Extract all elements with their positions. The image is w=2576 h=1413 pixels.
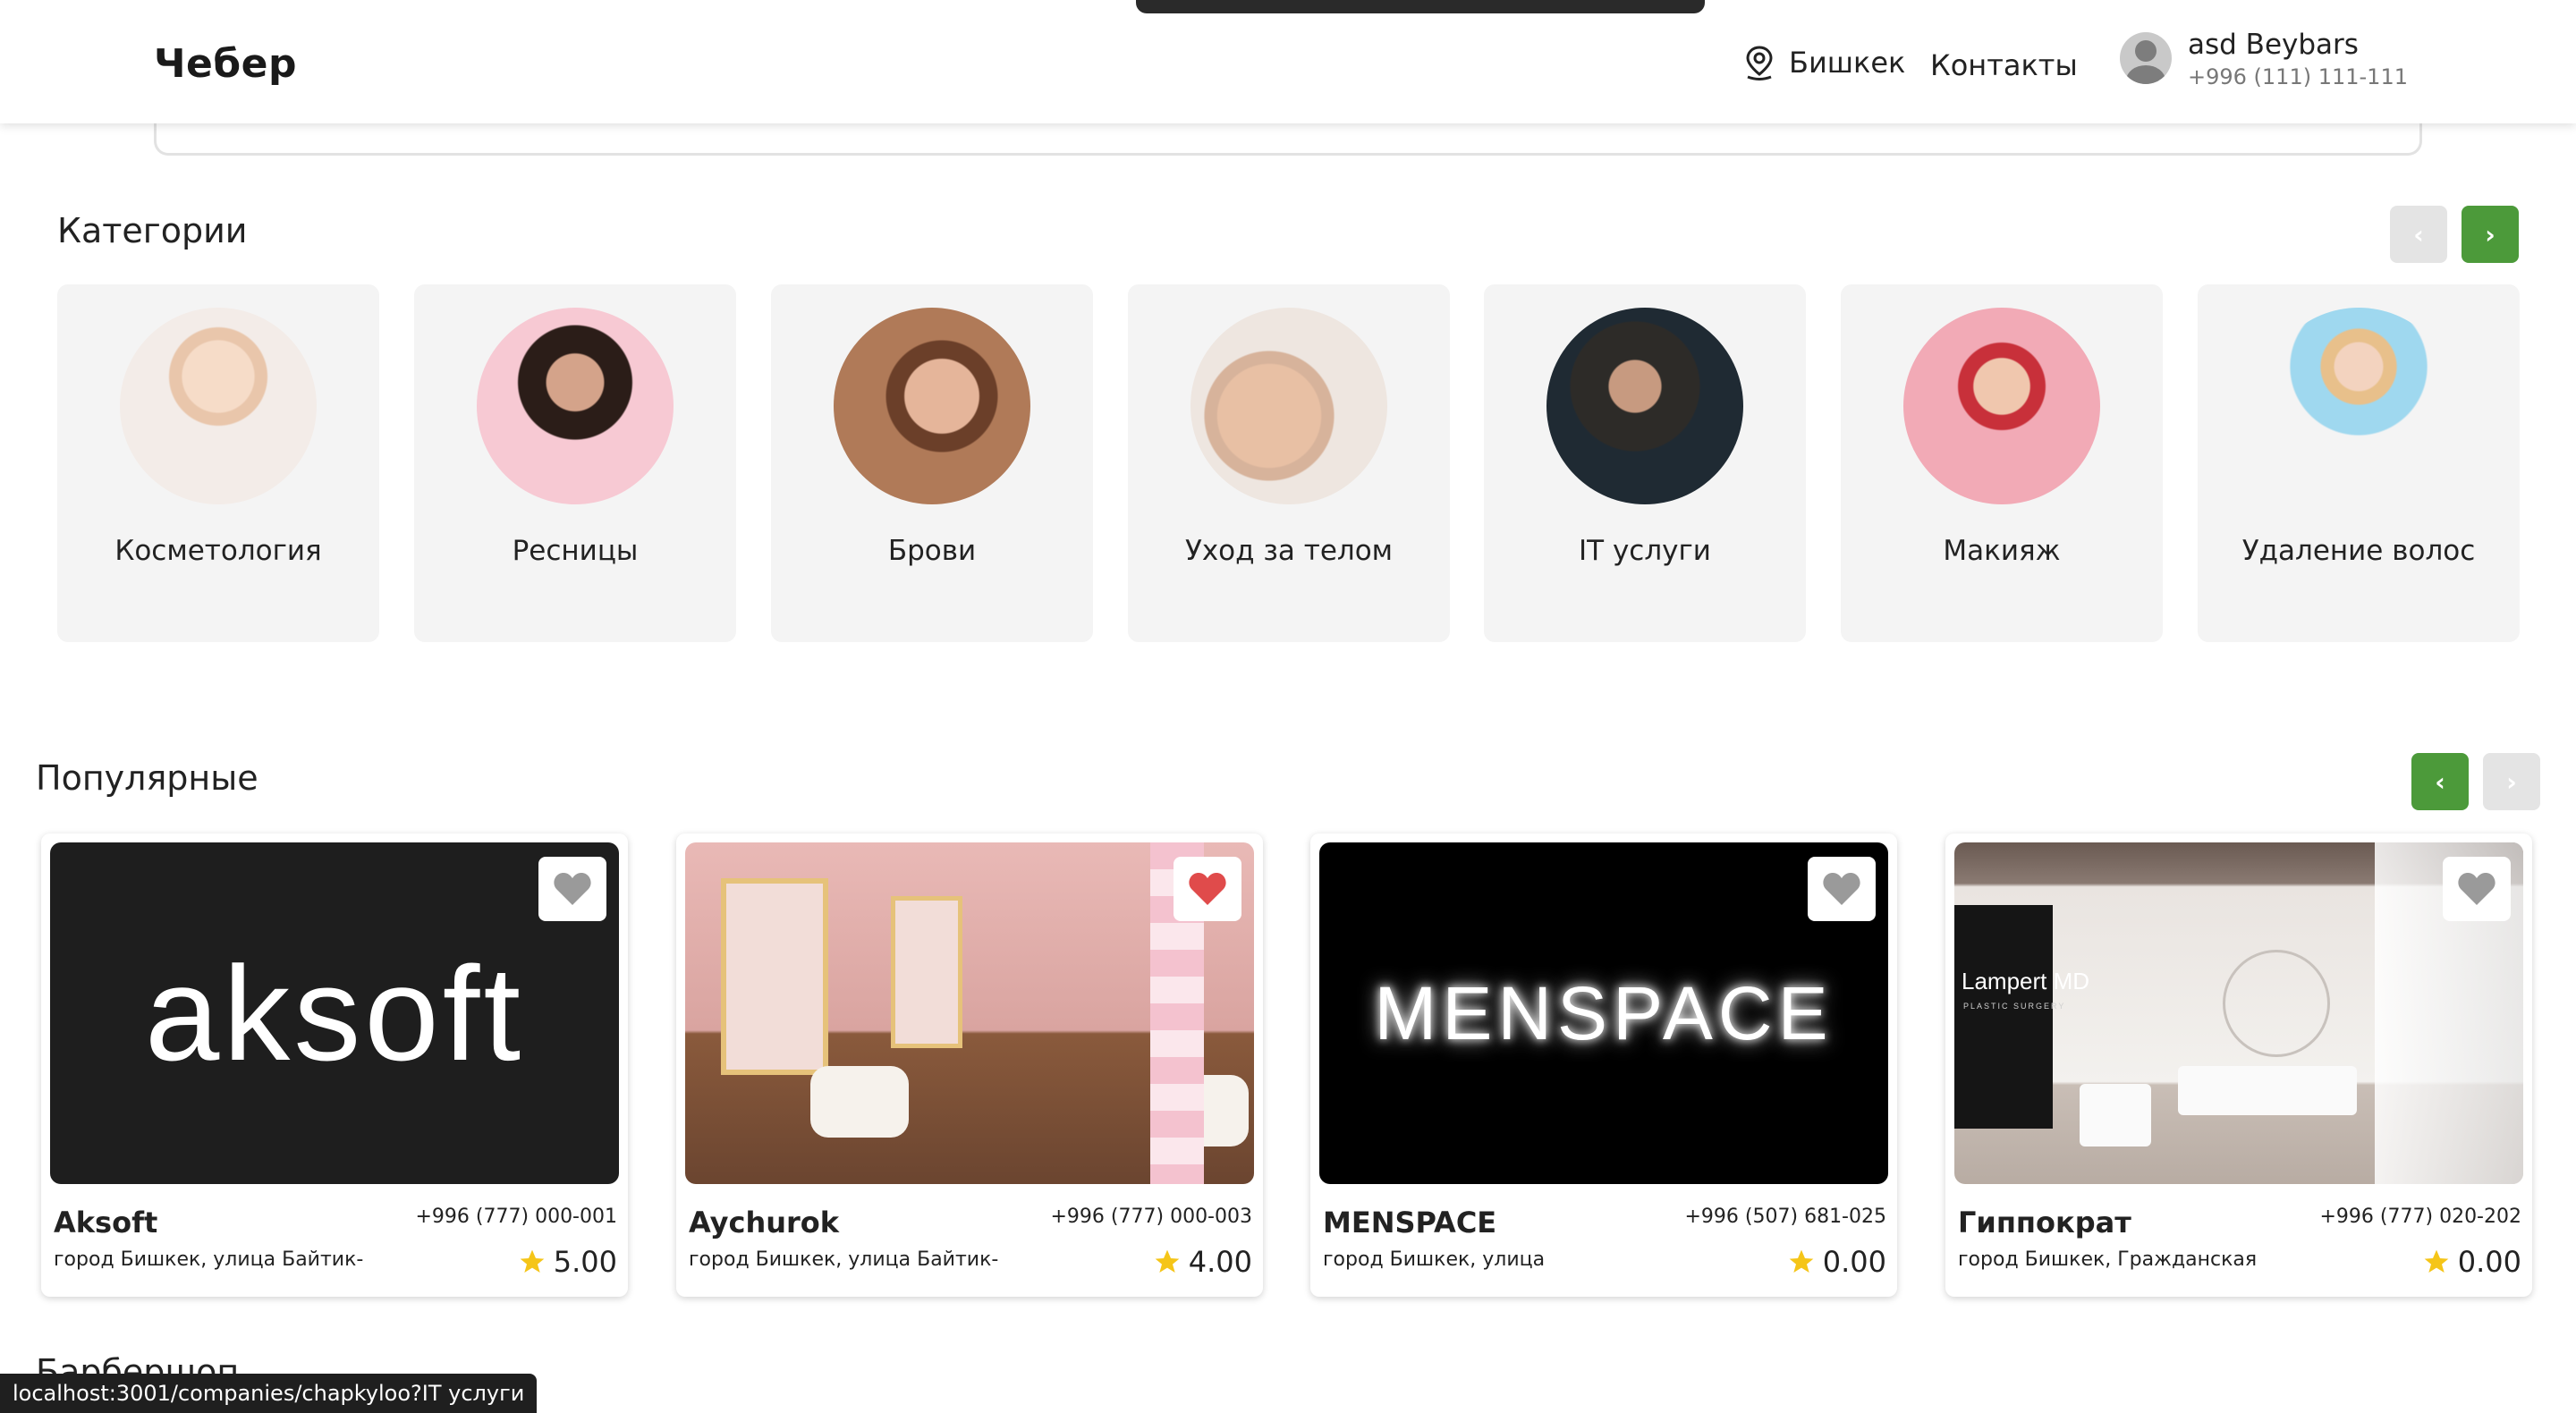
rating-value: 4.00: [1188, 1245, 1252, 1279]
company-image: aksoft: [50, 842, 619, 1184]
company-logo-text: aksoft: [144, 937, 525, 1088]
categories-next-button[interactable]: ›: [2462, 206, 2519, 263]
avatar: [2120, 32, 2172, 84]
company-card[interactable]: aksoft Aksoft +996 (777) 000-001 город Б…: [41, 833, 628, 1297]
star-icon: [520, 1249, 545, 1273]
category-card[interactable]: [1484, 284, 1806, 642]
popular-title: Популярные: [36, 758, 258, 798]
category-card[interactable]: [2198, 284, 2520, 642]
company-image: MENSPACE: [1319, 842, 1888, 1184]
heart-icon: [554, 873, 591, 905]
company-image: [685, 842, 1254, 1184]
company-address: город Бишкек, улица Байтик-: [689, 1248, 999, 1271]
category-label: Косметология: [114, 535, 322, 567]
category-image: [2260, 308, 2457, 504]
category-label: Ресницы: [512, 535, 639, 567]
company-card[interactable]: Aychurok +996 (777) 000-003 город Бишкек…: [676, 833, 1263, 1297]
category-image: [477, 308, 674, 504]
city-label: Бишкек: [1789, 46, 1906, 80]
category-image: [834, 308, 1030, 504]
star-icon: [1789, 1249, 1814, 1273]
chevron-right-icon: ›: [2485, 219, 2496, 250]
user-profile[interactable]: asd Beybars +996 (111) 111-111: [2120, 29, 2408, 89]
popular-next-button[interactable]: ›: [2483, 753, 2540, 810]
company-name: Aksoft: [54, 1206, 158, 1240]
company-name: Aychurok: [689, 1206, 840, 1240]
category-image: [1903, 308, 2100, 504]
category-card[interactable]: [1841, 284, 2163, 642]
category-image: [1546, 308, 1743, 504]
company-rating: 5.00: [518, 1245, 617, 1279]
company-rating: 4.00: [1153, 1245, 1252, 1279]
user-name: asd Beybars: [2188, 29, 2359, 61]
category-card[interactable]: [414, 284, 736, 642]
company-address: город Бишкек, улица Байтик-: [54, 1248, 364, 1271]
chevron-right-icon: ›: [2506, 766, 2517, 797]
category-label: Брови: [887, 535, 977, 567]
rating-value: 0.00: [1822, 1245, 1886, 1279]
category-card[interactable]: [771, 284, 1093, 642]
city-selector[interactable]: Бишкек: [1742, 45, 1905, 80]
category-card[interactable]: [1128, 284, 1450, 642]
category-card[interactable]: [57, 284, 379, 642]
company-phone: +996 (777) 000-001: [415, 1206, 618, 1228]
site-logo[interactable]: Чебер: [154, 41, 297, 87]
category-image: [120, 308, 317, 504]
category-label: Удаление волос: [2241, 535, 2476, 567]
favorite-button[interactable]: [2443, 857, 2511, 921]
popular-prev-button[interactable]: ‹: [2411, 753, 2469, 810]
favorite-button[interactable]: [1808, 857, 1876, 921]
star-icon: [1155, 1249, 1180, 1273]
heart-icon: [1189, 873, 1226, 905]
company-address: город Бишкек, Гражданская: [1958, 1248, 2258, 1271]
company-logo-text: Lampert MD: [1962, 968, 2090, 994]
company-logo-subtext: PLASTIC SURGERY: [1963, 1002, 2066, 1011]
category-label: Макияж: [1943, 535, 2061, 567]
company-phone: +996 (777) 020-202: [2319, 1206, 2522, 1228]
rating-value: 5.00: [553, 1245, 617, 1279]
company-address: город Бишкек, улица: [1323, 1248, 1546, 1271]
category-image: [1191, 308, 1387, 504]
chevron-left-icon: ‹: [2435, 766, 2445, 797]
company-rating: 0.00: [2422, 1245, 2521, 1279]
status-bar-url: localhost:3001/companies/chapkyloo?IT ус…: [0, 1374, 538, 1413]
user-phone: +996 (111) 111-111: [2188, 64, 2408, 89]
favorite-button[interactable]: [538, 857, 606, 921]
company-name: Гиппократ: [1958, 1206, 2131, 1240]
company-rating: 0.00: [1787, 1245, 1886, 1279]
site-header: Чебер Бишкек Контакты asd Beybars +996 (…: [0, 0, 2576, 123]
chevron-left-icon: ‹: [2413, 219, 2424, 250]
favorite-button[interactable]: [1174, 857, 1241, 921]
category-label: Уход за телом: [1184, 535, 1394, 567]
categories-title: Категории: [57, 211, 248, 250]
company-card[interactable]: MENSPACE MENSPACE +996 (507) 681-025 гор…: [1310, 833, 1897, 1297]
star-icon: [2424, 1249, 2449, 1273]
company-image: Lampert MD PLASTIC SURGERY: [1954, 842, 2523, 1184]
company-phone: +996 (507) 681-025: [1684, 1206, 1887, 1228]
browser-overlay-bar: [1136, 0, 1705, 13]
company-logo-text: MENSPACE: [1374, 970, 1834, 1055]
heart-icon: [2458, 873, 2496, 905]
company-name: MENSPACE: [1323, 1206, 1497, 1240]
company-phone: +996 (777) 000-003: [1050, 1206, 1253, 1228]
contacts-link[interactable]: Контакты: [1930, 48, 2078, 82]
rating-value: 0.00: [2457, 1245, 2521, 1279]
category-label: IT услуги: [1579, 535, 1711, 567]
categories-prev-button[interactable]: ‹: [2390, 206, 2447, 263]
company-card[interactable]: Lampert MD PLASTIC SURGERY Гиппократ +99…: [1945, 833, 2532, 1297]
map-pin-icon: [1746, 46, 1773, 80]
heart-icon: [1823, 873, 1860, 905]
